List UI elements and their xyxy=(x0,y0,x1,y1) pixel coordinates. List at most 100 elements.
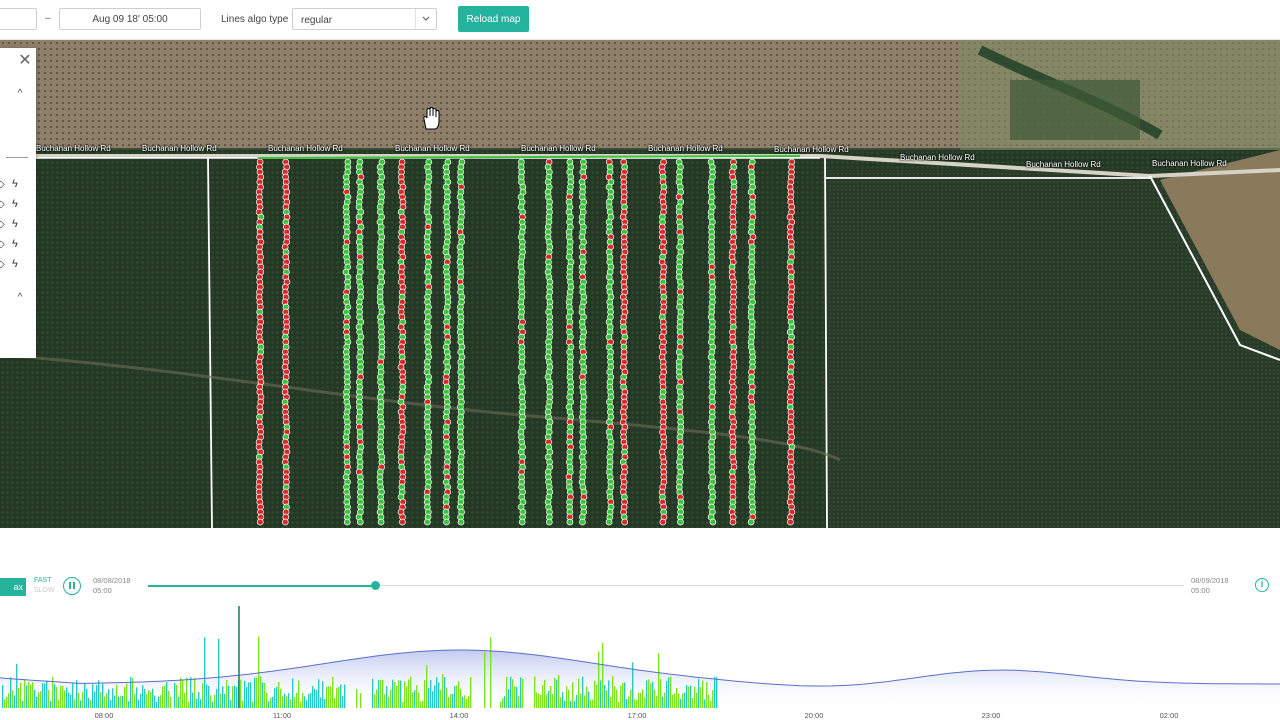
activity-bar xyxy=(508,689,510,708)
activity-bar xyxy=(76,680,78,708)
activity-bar xyxy=(624,682,626,708)
activity-bar xyxy=(284,693,286,708)
activity-bar xyxy=(312,686,314,708)
activity-bar xyxy=(332,676,334,708)
row-marker xyxy=(443,518,450,526)
reload-map-button[interactable]: Reload map xyxy=(458,6,529,32)
activity-bar xyxy=(660,679,662,708)
activity-bar xyxy=(596,684,598,708)
activity-bar xyxy=(220,693,222,708)
start-datetime: 08/08/2018 05:00 xyxy=(93,576,131,596)
tool-row[interactable]: ◇ ϟ xyxy=(0,258,30,273)
activity-bar xyxy=(304,696,306,708)
row-marker xyxy=(424,518,431,526)
activity-bar xyxy=(578,678,580,708)
activity-bar xyxy=(166,682,168,708)
activity-bar xyxy=(78,692,80,708)
activity-bar xyxy=(282,696,284,708)
lines-algo-select[interactable]: regular xyxy=(292,8,437,30)
activity-bar xyxy=(546,694,548,708)
activity-bar xyxy=(318,679,320,708)
playback-handle[interactable] xyxy=(371,581,381,590)
tool-row[interactable]: ◇ ϟ xyxy=(0,218,30,233)
timeline-tick: 17:00 xyxy=(627,711,647,720)
activity-bar xyxy=(398,680,400,708)
satellite-map[interactable]: Buchanan Hollow Rd Buchanan Hollow Rd Bu… xyxy=(0,40,1280,528)
speed-fast-label[interactable]: FAST xyxy=(34,577,52,584)
activity-bar xyxy=(600,680,602,708)
from-date-input[interactable] xyxy=(0,8,37,30)
activity-bar xyxy=(154,695,156,708)
activity-bar xyxy=(70,694,72,708)
row-marker xyxy=(356,518,364,526)
bolt-icon: ϟ xyxy=(12,218,18,230)
row-marker xyxy=(621,518,629,526)
activity-bar xyxy=(714,677,716,708)
activity-bar xyxy=(20,682,22,708)
activity-bar xyxy=(544,679,546,708)
activity-bar xyxy=(42,683,44,708)
diamond-icon: ◇ xyxy=(0,179,5,190)
activity-bar xyxy=(186,677,188,708)
activity-bar xyxy=(148,690,150,708)
max-speed-badge[interactable]: ax xyxy=(0,578,26,596)
activity-bar xyxy=(62,686,64,708)
chevron-down-icon xyxy=(415,9,436,29)
tool-row[interactable]: ◇ ϟ xyxy=(0,238,30,253)
activity-bar xyxy=(176,684,178,708)
activity-bar xyxy=(676,687,678,708)
info-icon[interactable]: i xyxy=(1255,578,1269,592)
activity-bar xyxy=(116,684,118,708)
activity-bar xyxy=(704,699,706,708)
activity-bar xyxy=(568,689,570,708)
activity-bar xyxy=(140,693,142,708)
activity-bar xyxy=(98,680,100,708)
activity-bar xyxy=(156,701,158,708)
activity-bar xyxy=(690,685,692,708)
activity-bar xyxy=(708,694,710,708)
activity-bar xyxy=(462,697,464,708)
activity-timeline[interactable]: 08:00 11:00 14:00 17:00 20:00 23:00 02:0… xyxy=(0,604,1280,720)
speed-slow-label[interactable]: SLOW xyxy=(34,587,55,594)
activity-bar xyxy=(598,651,600,708)
tool-row[interactable]: ◇ ϟ xyxy=(0,178,30,193)
row-marker xyxy=(256,518,264,526)
activity-bar xyxy=(644,697,646,708)
pause-button[interactable] xyxy=(63,577,81,595)
activity-bar xyxy=(6,696,8,708)
end-date: 08/09/2018 xyxy=(1191,576,1229,585)
diamond-icon: ◇ xyxy=(0,259,5,270)
activity-bar xyxy=(300,701,302,708)
timeline-tick: 08:00 xyxy=(94,711,114,720)
row-marker xyxy=(343,518,351,526)
activity-bar xyxy=(622,683,624,708)
activity-bar xyxy=(648,679,650,708)
close-icon[interactable]: ✕ xyxy=(16,52,34,70)
activity-bar xyxy=(360,693,362,708)
diamond-icon: ◇ xyxy=(0,239,5,250)
activity-bar xyxy=(522,678,524,708)
activity-bar xyxy=(326,686,328,708)
row-marker xyxy=(399,518,406,526)
activity-bar xyxy=(658,653,660,708)
tool-row[interactable]: ◇ ϟ xyxy=(0,198,30,213)
activity-bar xyxy=(638,692,640,708)
chevron-up-icon[interactable]: ^ xyxy=(14,88,26,100)
timeline-chart xyxy=(0,606,1280,708)
activity-bar xyxy=(322,681,324,708)
activity-bar xyxy=(356,689,358,708)
activity-bar xyxy=(244,680,246,708)
chevron-up-icon[interactable]: ^ xyxy=(14,292,26,304)
activity-bar xyxy=(30,684,32,708)
activity-bar xyxy=(316,690,318,708)
activity-bar xyxy=(444,677,446,708)
activity-bar xyxy=(386,686,388,708)
to-date-input[interactable] xyxy=(59,8,201,30)
activity-bar xyxy=(620,685,622,708)
timeline-tick: 20:00 xyxy=(804,711,824,720)
activity-bar xyxy=(586,686,588,708)
activity-bar xyxy=(692,698,694,708)
activity-bar xyxy=(680,698,682,708)
diamond-icon: ◇ xyxy=(0,219,5,230)
activity-bar xyxy=(94,691,96,708)
